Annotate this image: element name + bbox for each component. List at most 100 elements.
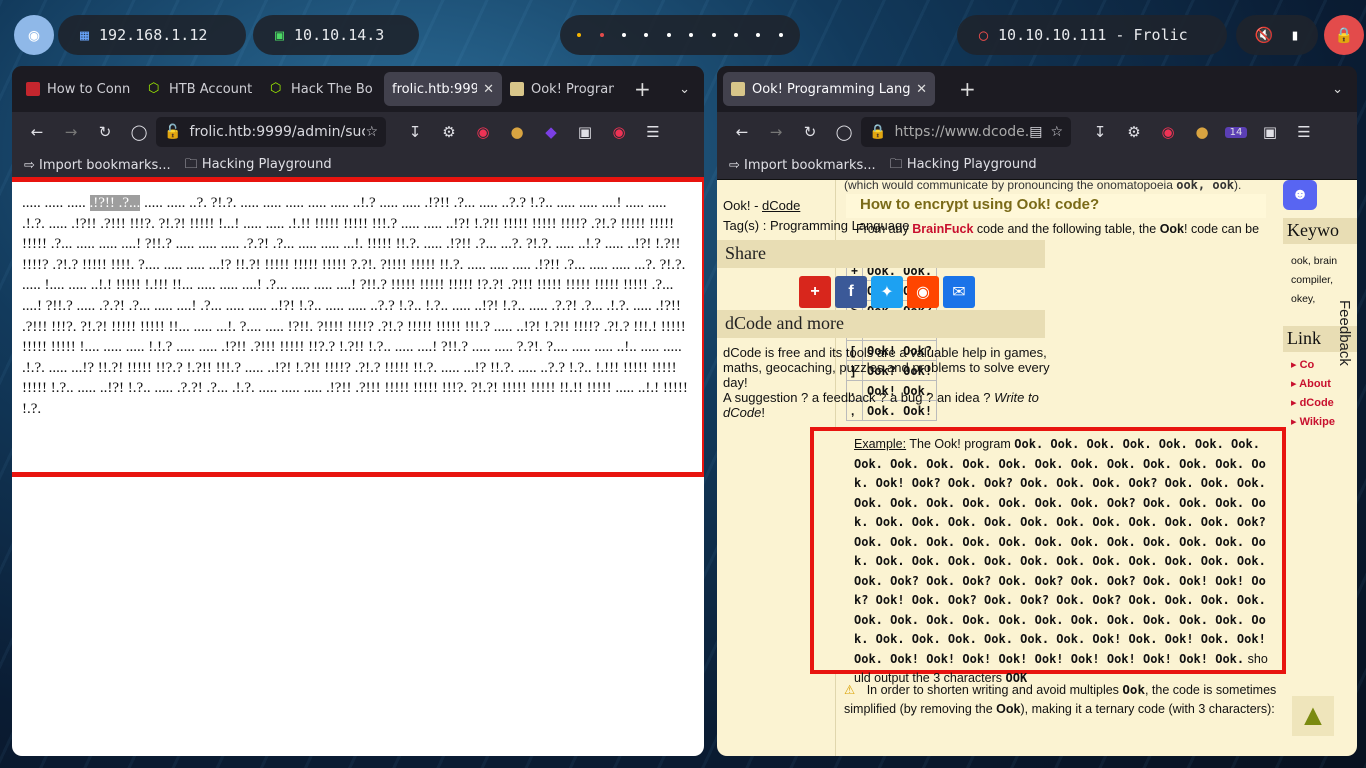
dcode-icon <box>731 82 745 96</box>
keywords-list: ook, brain compiler, okey, <box>1291 255 1338 305</box>
bookmarks-toolbar: ⇨ Import bookmarks... 🗀 Hacking Playgrou… <box>12 152 704 180</box>
tab-how-to-connect[interactable]: How to Conn <box>18 72 140 106</box>
reload-icon[interactable]: ↻ <box>793 123 827 141</box>
menu-icon[interactable]: ☰ <box>1287 123 1321 141</box>
example-text: Example: The Ook! program Ook. Ook. Ook.… <box>854 437 1268 685</box>
extensions-icon[interactable]: ⚙ <box>432 123 466 141</box>
feedback-tab[interactable]: Feedback <box>1336 300 1353 366</box>
workspace-dot[interactable] <box>599 33 604 37</box>
workspace-dot[interactable] <box>689 33 694 37</box>
workspace-dot[interactable] <box>644 33 649 37</box>
bookmark-import[interactable]: ⇨ Import bookmarks... <box>24 158 171 173</box>
lock-icon[interactable]: 🔒 <box>1324 15 1364 55</box>
url-bar[interactable]: 🔒 https://www.dcode.fr ▤ ☆ <box>861 117 1071 147</box>
new-tab-icon[interactable]: + <box>634 77 651 101</box>
sidebar-right: ☻ Keywo ook, brain compiler, okey, Link … <box>1277 180 1357 756</box>
discord-icon[interactable]: ☻ <box>1283 180 1317 210</box>
tab-list-icon[interactable]: ⌄ <box>679 82 690 97</box>
distro-logo-icon[interactable]: ◉ <box>14 15 54 55</box>
bookmark-import[interactable]: ⇨ Import bookmarks... <box>729 158 876 173</box>
nav-toolbar: ← → ↻ ◯ 🔒 https://www.dcode.fr ▤ ☆ ↧ ⚙ ◉… <box>717 112 1357 152</box>
workspace-dot[interactable] <box>711 33 716 37</box>
dcode-page: (which would communicate by pronouncing … <box>717 180 1357 756</box>
link-item[interactable]: ▸ dCode <box>1291 394 1335 413</box>
lock-icon: 🔒 <box>869 124 887 140</box>
tab-ook-programming-language[interactable]: Ook! Programming Langu ✕ <box>723 72 935 106</box>
new-tab-icon[interactable]: + <box>959 77 976 101</box>
cookie-icon[interactable]: ● <box>500 123 534 141</box>
warning-icon: ⚠ <box>844 683 856 697</box>
wappalyzer-icon[interactable]: ◆ <box>534 123 568 141</box>
downloads-icon[interactable]: ↧ <box>398 123 432 141</box>
more-heading: dCode and more <box>717 310 1045 338</box>
workspace-switcher[interactable] <box>560 15 800 55</box>
system-tray[interactable]: 🔇 ▮ <box>1236 15 1318 55</box>
browser-window-left: How to Conn ⬡ HTB Account ⬡ Hack The Bo … <box>12 66 704 756</box>
selected-text: .!?!! .?... <box>89 195 141 211</box>
link-item[interactable]: ▸ Co <box>1291 356 1335 375</box>
bookmark-folder-hacking[interactable]: 🗀 Hacking Playground <box>185 155 332 177</box>
cookie-icon[interactable]: ● <box>1185 123 1219 141</box>
reload-icon[interactable]: ↻ <box>88 123 122 141</box>
tab-frolic-active[interactable]: frolic.htb:9999 ✕ <box>384 72 502 106</box>
close-tab-icon[interactable]: ✕ <box>916 82 927 97</box>
container-icon[interactable]: ▣ <box>1253 123 1287 141</box>
laptop-icon: ▣ <box>275 26 285 44</box>
workspace-dot[interactable] <box>756 33 761 37</box>
reddit-icon[interactable]: ◉ <box>907 276 939 308</box>
back-icon[interactable]: ← <box>725 123 759 141</box>
battery-icon[interactable]: ▮ <box>1290 26 1299 44</box>
workspace-dot[interactable] <box>577 33 582 37</box>
link-item[interactable]: ▸ About <box>1291 375 1335 394</box>
more-text: dCode is free and its tools are a valuab… <box>723 345 1050 420</box>
target-icon: ◯ <box>979 26 989 44</box>
bookmark-star-icon[interactable]: ☆ <box>1050 124 1063 140</box>
facebook-icon[interactable]: f <box>835 276 867 308</box>
local-ip-widget[interactable]: ▦ 192.168.1.12 <box>58 15 246 55</box>
wappalyzer-badge[interactable]: 14 <box>1225 126 1247 138</box>
foxyproxy-icon[interactable]: ◉ <box>466 123 500 141</box>
vpn-ip-widget[interactable]: ▣ 10.10.14.3 <box>253 15 419 55</box>
insecure-lock-icon: 🔓 <box>164 124 182 140</box>
menu-icon[interactable]: ☰ <box>636 123 670 141</box>
tab-list-icon[interactable]: ⌄ <box>1332 82 1343 97</box>
workspace-dot[interactable] <box>666 33 671 37</box>
warning-note: ⚠ In order to shorten writing and avoid … <box>844 682 1277 716</box>
shield-icon[interactable]: ◯ <box>122 123 156 141</box>
url-bar[interactable]: 🔓 frolic.htb:9999/admin/suc ☆ <box>156 117 386 147</box>
email-icon[interactable]: ✉ <box>943 276 975 308</box>
shield-icon[interactable]: ◯ <box>827 123 861 141</box>
target-text: 10.10.10.111 - Frolic <box>998 26 1188 44</box>
workspace-dot[interactable] <box>733 33 738 37</box>
htb-red-icon <box>26 82 40 96</box>
tab-htb-account[interactable]: ⬡ HTB Account <box>140 72 262 106</box>
hackbar-icon[interactable]: ◉ <box>602 123 636 141</box>
bookmark-star-icon[interactable]: ☆ <box>365 124 378 140</box>
downloads-icon[interactable]: ↧ <box>1083 123 1117 141</box>
page-content: ..... ..... ..... .!?!! .?... ..... ....… <box>12 177 704 756</box>
container-icon[interactable]: ▣ <box>568 123 602 141</box>
back-icon[interactable]: ← <box>20 123 54 141</box>
forward-icon[interactable]: → <box>759 123 793 141</box>
bookmark-folder-hacking[interactable]: 🗀 Hacking Playground <box>890 155 1037 177</box>
mute-icon[interactable]: 🔇 <box>1255 26 1274 44</box>
workspace-dot[interactable] <box>778 33 783 37</box>
link-item[interactable]: ▸ Wikipe <box>1291 413 1335 432</box>
scroll-top-icon[interactable]: ▲ <box>1292 696 1334 736</box>
tab-ook-program[interactable]: Ook! Program <box>502 72 622 106</box>
reader-view-icon[interactable]: ▤ <box>1029 124 1042 140</box>
close-tab-icon[interactable]: ✕ <box>483 82 494 97</box>
target-widget[interactable]: ◯ 10.10.10.111 - Frolic <box>957 15 1227 55</box>
share-add-icon[interactable]: + <box>799 276 831 308</box>
extensions-icon[interactable]: ⚙ <box>1117 123 1151 141</box>
workspace-dot[interactable] <box>621 33 626 37</box>
nav-toolbar: ← → ↻ ◯ 🔓 frolic.htb:9999/admin/suc ☆ ↧ … <box>12 112 704 152</box>
bookmarks-toolbar: ⇨ Import bookmarks... 🗀 Hacking Playgrou… <box>717 152 1357 180</box>
example-box: Example: The Ook! program Ook. Ook. Ook.… <box>810 427 1286 685</box>
twitter-icon[interactable]: ✦ <box>871 276 903 308</box>
forward-icon[interactable]: → <box>54 123 88 141</box>
foxyproxy-icon[interactable]: ◉ <box>1151 123 1185 141</box>
tab-hack-the-box[interactable]: ⬡ Hack The Bo <box>262 72 384 106</box>
local-ip-text: 192.168.1.12 <box>99 26 208 44</box>
keywords-heading: Keywo <box>1283 218 1357 244</box>
